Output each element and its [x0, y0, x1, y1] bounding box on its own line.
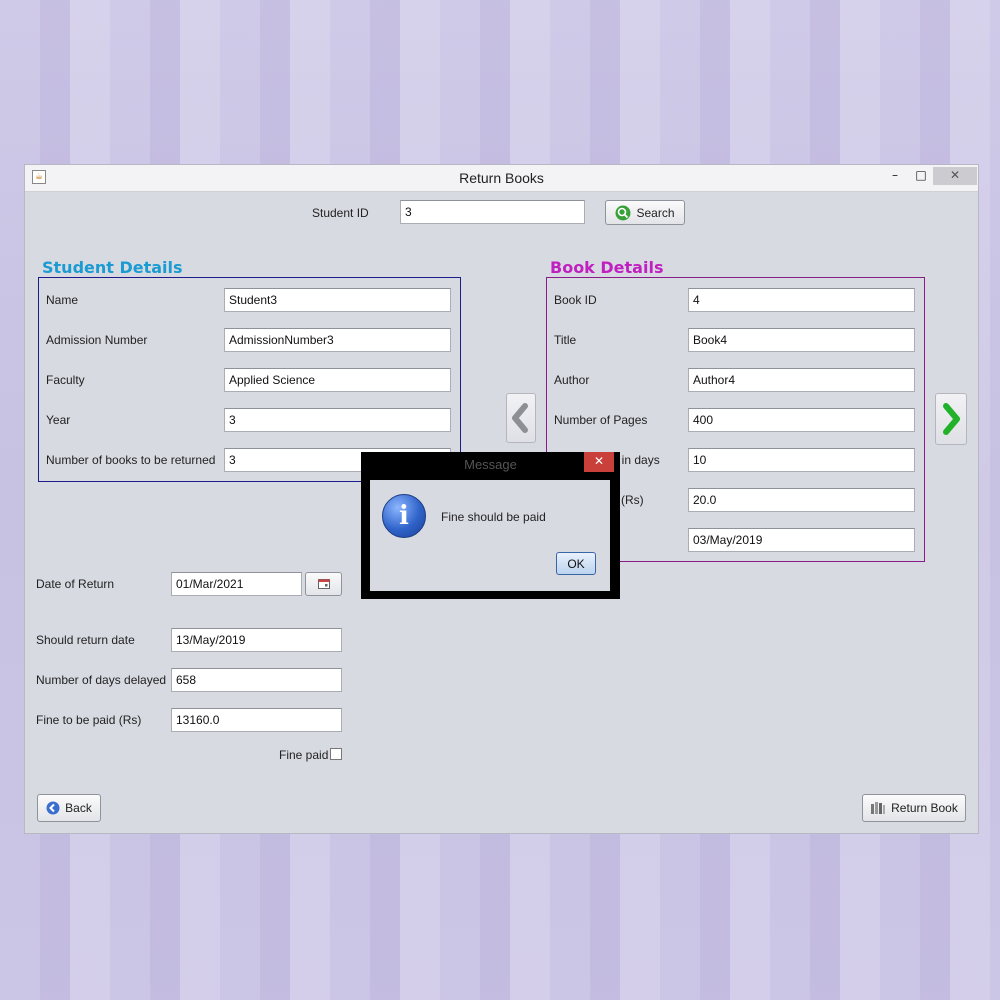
faculty-field[interactable]: Applied Science — [224, 368, 451, 392]
minimize-button[interactable]: – — [883, 167, 907, 185]
fine-to-pay-label: Fine to be paid (Rs) — [36, 713, 142, 727]
number-of-pages-field[interactable]: 400 — [688, 408, 915, 432]
close-button[interactable]: ✕ — [933, 167, 977, 185]
number-of-pages-label: Number of Pages — [554, 413, 648, 427]
message-dialog: Message ✕ i Fine should be paid OK — [361, 452, 620, 599]
fine-per-day-field[interactable]: 20.0 — [688, 488, 915, 512]
title-field[interactable]: Book4 — [688, 328, 915, 352]
books-icon — [871, 802, 886, 814]
dialog-title: Message — [464, 457, 517, 472]
title-bar[interactable]: ☕ Return Books – □ ✕ — [25, 165, 978, 192]
search-button[interactable]: Search — [605, 200, 685, 225]
return-book-button[interactable]: Return Book — [862, 794, 966, 822]
search-icon — [615, 205, 631, 220]
dialog-body: i Fine should be paid OK — [370, 480, 610, 591]
previous-book-button[interactable] — [506, 393, 536, 443]
days-delayed-label: Number of days delayed — [36, 673, 167, 687]
ok-button[interactable]: OK — [556, 552, 596, 575]
author-field[interactable]: Author4 — [688, 368, 915, 392]
borrowed-date-field[interactable]: 03/May/2019 — [688, 528, 915, 552]
back-arrow-icon — [46, 801, 60, 815]
chevron-left-icon — [512, 403, 528, 433]
date-of-return-field[interactable]: 01/Mar/2021 — [171, 572, 302, 596]
info-icon: i — [382, 494, 426, 538]
days-delayed-field[interactable]: 658 — [171, 668, 342, 692]
admission-number-field[interactable]: AdmissionNumber3 — [224, 328, 451, 352]
fine-to-pay-field[interactable]: 13160.0 — [171, 708, 342, 732]
year-field[interactable]: 3 — [224, 408, 451, 432]
fine-paid-checkbox[interactable] — [330, 748, 342, 760]
student-id-label: Student ID — [312, 206, 369, 220]
author-label: Author — [554, 373, 590, 387]
student-name-label: Name — [46, 293, 79, 307]
book-id-field[interactable]: 4 — [688, 288, 915, 312]
should-return-date-label: Should return date — [36, 633, 135, 647]
fine-per-day-label: (Rs) — [621, 493, 644, 507]
dialog-close-button[interactable]: ✕ — [584, 452, 614, 472]
calendar-picker-button[interactable] — [305, 572, 342, 596]
next-book-button[interactable] — [935, 393, 967, 445]
faculty-label: Faculty — [46, 373, 85, 387]
student-details-heading: Student Details — [42, 258, 183, 277]
book-id-label: Book ID — [554, 293, 597, 307]
dialog-message: Fine should be paid — [441, 510, 546, 524]
should-return-date-field[interactable]: 13/May/2019 — [171, 628, 342, 652]
search-button-label: Search — [636, 205, 675, 220]
student-id-input[interactable]: 3 — [400, 200, 585, 224]
book-details-heading: Book Details — [550, 258, 664, 277]
back-button[interactable]: Back — [37, 794, 101, 822]
lending-period-field[interactable]: 10 — [688, 448, 915, 472]
calendar-icon — [317, 579, 330, 589]
fine-paid-label: Fine paid — [279, 748, 329, 762]
title-label: Title — [554, 333, 577, 347]
admission-number-label: Admission Number — [46, 333, 148, 347]
student-name-field[interactable]: Student3 — [224, 288, 451, 312]
chevron-right-icon — [943, 403, 960, 435]
year-label: Year — [46, 413, 71, 427]
return-book-button-label: Return Book — [891, 801, 958, 815]
date-of-return-label: Date of Return — [36, 577, 115, 591]
maximize-button[interactable]: □ — [909, 167, 933, 185]
window-title: Return Books — [459, 170, 544, 186]
books-to-return-label: Number of books to be returned — [46, 453, 216, 467]
back-button-label: Back — [65, 801, 92, 815]
